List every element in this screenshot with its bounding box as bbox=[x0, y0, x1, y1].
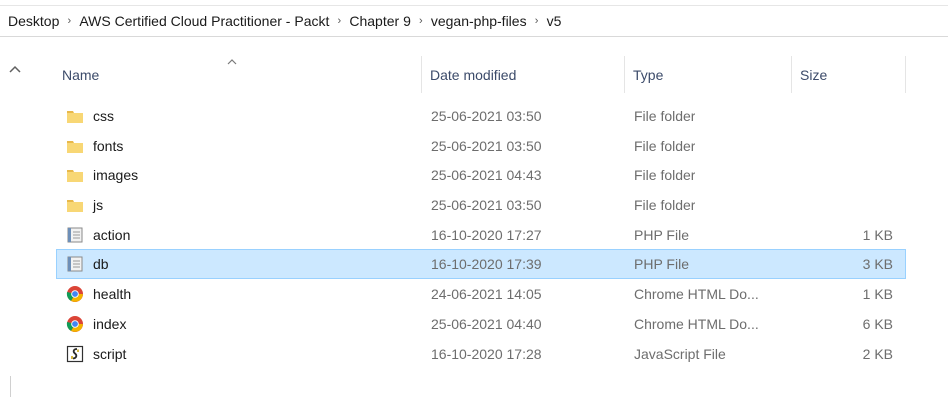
chevron-right-icon[interactable]: › bbox=[528, 15, 546, 27]
breadcrumb[interactable]: Desktop › AWS Certified Cloud Practition… bbox=[0, 5, 948, 37]
php-file-icon bbox=[67, 227, 83, 243]
column-header-date-label: Date modified bbox=[430, 66, 517, 83]
file-date: 16-10-2020 17:28 bbox=[431, 345, 542, 362]
scrollbar-track[interactable] bbox=[10, 376, 11, 397]
breadcrumb-vegan-php-files[interactable]: vegan-php-files bbox=[430, 13, 528, 29]
file-name: action bbox=[93, 226, 131, 243]
file-name: images bbox=[93, 167, 139, 184]
file-date: 25-06-2021 03:50 bbox=[431, 108, 542, 124]
file-size: 2 KB bbox=[862, 345, 893, 362]
column-header-row: Name Date modified Type Size bbox=[50, 56, 910, 93]
file-date: 16-10-2020 17:27 bbox=[431, 226, 542, 243]
file-explorer-window: Desktop › AWS Certified Cloud Practition… bbox=[0, 0, 948, 397]
file-name: js bbox=[93, 197, 104, 214]
file-row-images[interactable]: images 25-06-2021 04:43 File folder bbox=[56, 160, 906, 190]
chevron-right-icon[interactable]: › bbox=[60, 15, 78, 27]
scroll-up-icon[interactable] bbox=[8, 62, 22, 76]
php-file-icon bbox=[67, 256, 83, 272]
file-type: Chrome HTML Do... bbox=[634, 315, 759, 332]
column-header-name[interactable]: Name bbox=[50, 56, 422, 93]
column-header-date[interactable]: Date modified bbox=[422, 56, 625, 93]
file-type: PHP File bbox=[634, 226, 689, 243]
file-row-fonts[interactable]: fonts 25-06-2021 03:50 File folder bbox=[56, 131, 906, 161]
file-type: File folder bbox=[634, 197, 696, 214]
file-name: index bbox=[93, 315, 127, 332]
file-size: 1 KB bbox=[862, 286, 893, 303]
folder-icon bbox=[67, 200, 83, 213]
file-name: health bbox=[93, 286, 132, 303]
column-header-type-label: Type bbox=[633, 66, 664, 83]
folder-icon bbox=[67, 111, 83, 123]
file-type: Chrome HTML Do... bbox=[634, 286, 759, 303]
chevron-right-icon[interactable]: › bbox=[330, 15, 348, 27]
file-date: 16-10-2020 17:39 bbox=[431, 256, 542, 273]
file-name: db bbox=[93, 256, 109, 273]
file-row-index[interactable]: index 25-06-2021 04:40 Chrome HTML Do...… bbox=[56, 309, 906, 339]
file-type: JavaScript File bbox=[634, 345, 726, 362]
file-type: File folder bbox=[634, 167, 696, 184]
file-row-health[interactable]: health 24-06-2021 14:05 Chrome HTML Do..… bbox=[56, 279, 906, 309]
file-size: 3 KB bbox=[862, 256, 893, 273]
file-date: 25-06-2021 03:50 bbox=[431, 197, 542, 214]
file-size: 6 KB bbox=[862, 315, 893, 332]
column-header-type[interactable]: Type bbox=[625, 56, 792, 93]
file-date: 25-06-2021 03:50 bbox=[431, 137, 542, 154]
column-header-name-label: Name bbox=[62, 66, 100, 83]
file-name: css bbox=[93, 108, 114, 124]
chrome-icon bbox=[66, 315, 83, 332]
file-type: PHP File bbox=[634, 256, 689, 273]
file-date: 24-06-2021 14:05 bbox=[431, 286, 542, 303]
column-header-size[interactable]: Size bbox=[792, 56, 906, 93]
file-date: 25-06-2021 04:43 bbox=[431, 167, 542, 184]
file-list: css 25-06-2021 03:50 File folder fonts 2… bbox=[56, 101, 906, 368]
chrome-icon bbox=[66, 286, 83, 303]
folder-icon bbox=[67, 140, 83, 153]
folder-icon bbox=[67, 170, 83, 183]
file-name: script bbox=[93, 345, 127, 362]
sort-ascending-icon bbox=[227, 59, 237, 65]
file-size: 1 KB bbox=[862, 226, 893, 243]
breadcrumb-chapter-9[interactable]: Chapter 9 bbox=[348, 13, 411, 29]
chevron-right-icon[interactable]: › bbox=[412, 15, 430, 27]
breadcrumb-desktop[interactable]: Desktop bbox=[7, 13, 60, 29]
file-row-action[interactable]: action 16-10-2020 17:27 PHP File 1 KB bbox=[56, 220, 906, 250]
vertical-scrollbar[interactable] bbox=[0, 56, 28, 397]
column-header-size-label: Size bbox=[800, 66, 828, 83]
js-script-icon bbox=[66, 345, 84, 362]
breadcrumb-aws-course[interactable]: AWS Certified Cloud Practitioner - Packt bbox=[78, 13, 330, 29]
file-type: File folder bbox=[634, 108, 696, 124]
file-row-css[interactable]: css 25-06-2021 03:50 File folder bbox=[56, 101, 906, 131]
file-row-script[interactable]: script 16-10-2020 17:28 JavaScript File … bbox=[56, 339, 906, 369]
breadcrumb-v5[interactable]: v5 bbox=[546, 13, 563, 29]
file-row-db[interactable]: db 16-10-2020 17:39 PHP File 3 KB bbox=[56, 249, 906, 280]
file-date: 25-06-2021 04:40 bbox=[431, 315, 542, 332]
file-row-js[interactable]: js 25-06-2021 03:50 File folder bbox=[56, 190, 906, 220]
file-type: File folder bbox=[634, 137, 696, 154]
file-name: fonts bbox=[93, 137, 124, 154]
